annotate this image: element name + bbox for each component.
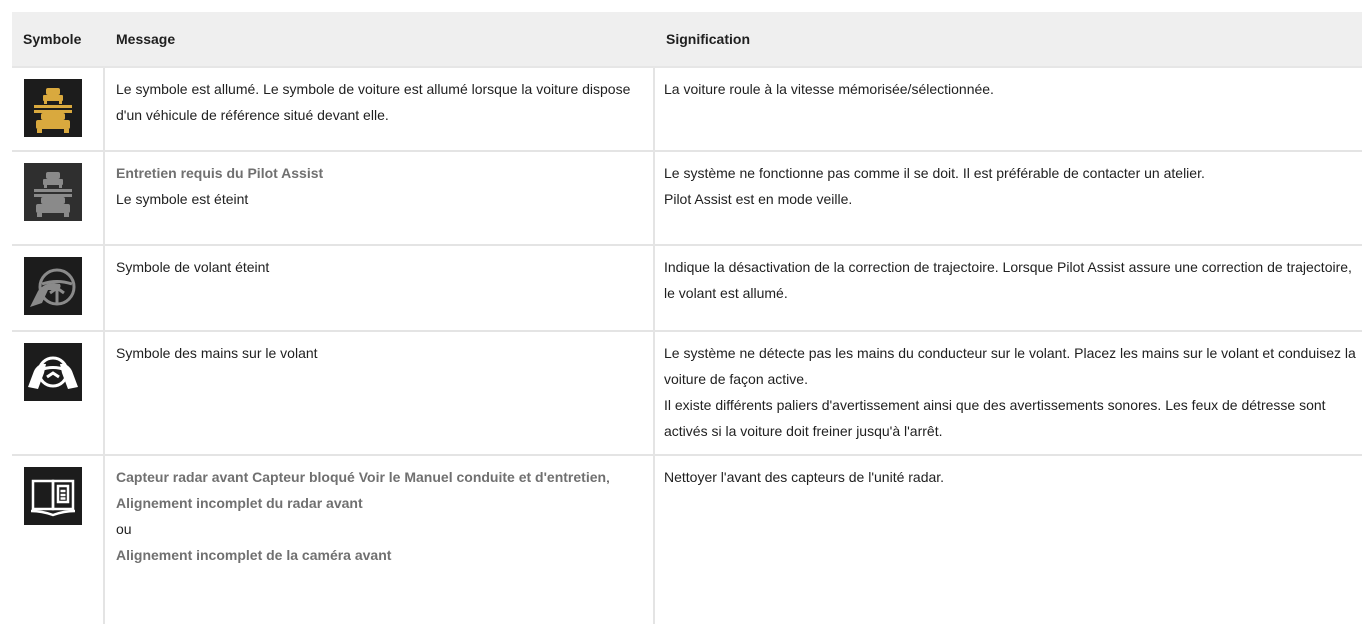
table-row: Capteur radar avant Capteur bloqué Voir … [12, 456, 1362, 624]
message-alt-1: Alignement incomplet du radar avant [116, 495, 363, 511]
message-title-text: Capteur radar avant Capteur bloqué Voir … [116, 469, 607, 485]
message-alt-2: Alignement incomplet de la caméra avant [116, 547, 392, 563]
message-separator: , [606, 469, 610, 485]
meaning-cell: La voiture roule à la vitesse mémorisée/… [655, 68, 1362, 152]
table-row: Symbole des mains sur le volant Le systè… [12, 332, 1362, 456]
header-symbol: Symbole [12, 12, 105, 68]
table-row: Entretien requis du Pilot Assist Le symb… [12, 152, 1362, 246]
message-cell: Symbole des mains sur le volant [105, 332, 655, 456]
meaning-text: Le système ne fonctionne pas comme il se… [664, 165, 1205, 181]
meaning-text: La voiture roule à la vitesse mémorisée/… [664, 81, 994, 97]
message-cell: Entretien requis du Pilot Assist Le symb… [105, 152, 655, 246]
message-or: ou [116, 521, 132, 537]
hands-on-wheel-icon [24, 343, 82, 401]
meaning-text: Pilot Assist est en mode veille. [664, 191, 853, 207]
header-message: Message [105, 12, 655, 68]
manual-book-icon [24, 467, 82, 525]
meaning-cell: Nettoyer l'avant des capteurs de l'unité… [655, 456, 1362, 624]
message-text: Le symbole est allumé. Le symbole de voi… [116, 81, 631, 123]
car-follow-amber-icon [24, 79, 82, 137]
message-cell: Le symbole est allumé. Le symbole de voi… [105, 68, 655, 152]
symbols-table: Symbole Message Signification Le symbole… [12, 12, 1362, 624]
meaning-cell: Le système ne détecte pas les mains du c… [655, 332, 1362, 456]
message-text: Le symbole est éteint [116, 191, 249, 207]
table-row: Symbole de volant éteint Indique la désa… [12, 246, 1362, 332]
symbol-cell [12, 68, 105, 152]
car-follow-gray-icon [24, 163, 82, 221]
steering-wheel-off-icon [24, 257, 82, 315]
symbol-cell [12, 246, 105, 332]
meaning-cell: Le système ne fonctionne pas comme il se… [655, 152, 1362, 246]
message-cell: Capteur radar avant Capteur bloqué Voir … [105, 456, 655, 624]
symbol-cell [12, 152, 105, 246]
meaning-text: Indique la désactivation de la correctio… [664, 259, 1352, 301]
symbol-cell [12, 456, 105, 624]
table-row: Le symbole est allumé. Le symbole de voi… [12, 68, 1362, 152]
message-text: Symbole de volant éteint [116, 259, 270, 275]
message-title: Capteur radar avant Capteur bloqué Voir … [116, 469, 610, 485]
message-text: Symbole des mains sur le volant [116, 345, 318, 361]
meaning-text: Le système ne détecte pas les mains du c… [664, 345, 1356, 387]
meaning-cell: Indique la désactivation de la correctio… [655, 246, 1362, 332]
symbol-cell [12, 332, 105, 456]
header-meaning: Signification [655, 12, 1362, 68]
meaning-text: Nettoyer l'avant des capteurs de l'unité… [664, 469, 945, 485]
table-header-row: Symbole Message Signification [12, 12, 1362, 68]
meaning-text: Il existe différents paliers d'avertisse… [664, 397, 1326, 439]
message-cell: Symbole de volant éteint [105, 246, 655, 332]
message-title: Entretien requis du Pilot Assist [116, 165, 324, 181]
